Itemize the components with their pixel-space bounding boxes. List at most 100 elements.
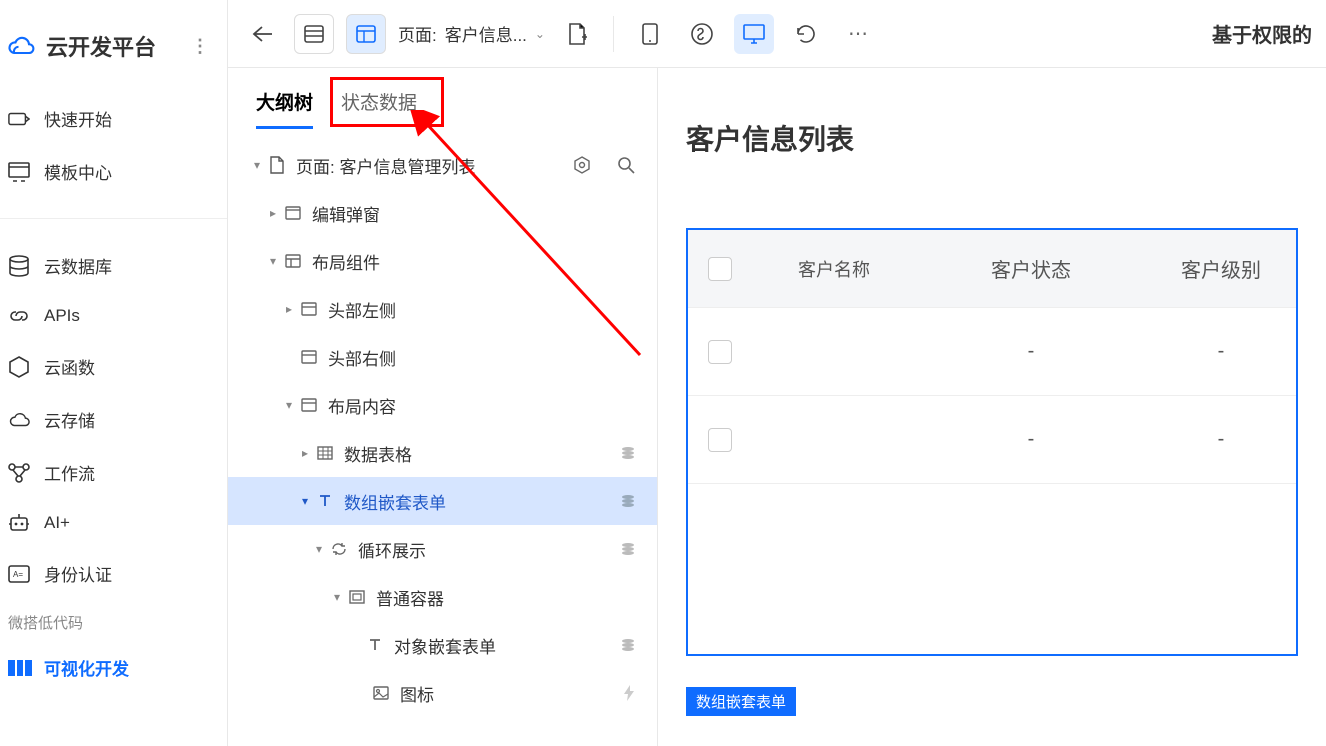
template-icon — [8, 162, 30, 182]
select-all-checkbox[interactable] — [708, 257, 732, 281]
tree-row[interactable]: ▸ 头部左侧 — [228, 285, 657, 333]
sidebar-item-database[interactable]: 云数据库 — [0, 239, 227, 292]
brand-title: 云开发平台 — [46, 30, 156, 62]
data-indicator-icon — [621, 542, 635, 556]
tree-row[interactable]: ▾ 循环展示 — [228, 525, 657, 573]
sidebar-item-ai[interactable]: AI+ — [0, 499, 227, 547]
tree-label: 布局内容 — [328, 393, 396, 418]
row-checkbox[interactable] — [708, 428, 732, 452]
sidebar-item-label: 模板中心 — [44, 159, 112, 184]
tree-label: 数据表格 — [344, 441, 412, 466]
tab-state-data[interactable]: 状态数据 — [327, 68, 431, 129]
caret-right-icon: ▸ — [280, 302, 298, 316]
row-checkbox-cell — [688, 396, 778, 483]
tree-label: 数组嵌套表单 — [344, 489, 446, 514]
data-table[interactable]: 客户名称 客户状态 客户级别 - - - - — [686, 228, 1298, 656]
tree-row[interactable]: ▾ 普通容器 — [228, 573, 657, 621]
refresh-button[interactable] — [786, 14, 826, 54]
cell — [778, 396, 916, 483]
caret-down-icon: ▾ — [296, 494, 314, 508]
sidebar-item-label: 快速开始 — [44, 106, 112, 131]
sidebar-item-apis[interactable]: APIs — [0, 292, 227, 340]
panel-layout-button[interactable] — [346, 14, 386, 54]
search-icon[interactable] — [617, 156, 635, 174]
layout-icon — [298, 302, 320, 316]
sidebar-item-auth[interactable]: A= 身份认证 — [0, 547, 227, 600]
sidebar-item-label: 云存储 — [44, 407, 95, 432]
sidebar-item-label: 云函数 — [44, 354, 95, 379]
data-indicator-icon — [621, 446, 635, 460]
tree-row-array-form[interactable]: ▾ 数组嵌套表单 — [228, 477, 657, 525]
tree-label: 客户信息管理列表 — [339, 153, 475, 178]
tree-row[interactable]: ▸ 数据表格 — [228, 429, 657, 477]
sidebar-item-visualdev[interactable]: 可视化开发 — [0, 641, 227, 694]
chevron-down-icon: ⌄ — [535, 27, 545, 41]
mobile-preview-button[interactable] — [630, 14, 670, 54]
page-label-value: 客户信息... — [445, 21, 527, 46]
cell: - — [916, 396, 1126, 483]
tree-row[interactable]: ▸ 图标 — [228, 669, 657, 717]
tree-root[interactable]: ▾ 页面: 客户信息管理列表 — [228, 141, 657, 189]
sidebar-item-label: 工作流 — [44, 460, 95, 485]
new-page-button[interactable] — [557, 14, 597, 54]
topbar: 页面: 客户信息... ⌄ ⋯ 基于权限的 — [228, 0, 1326, 68]
text-icon — [314, 493, 336, 509]
more-button[interactable]: ⋯ — [838, 14, 878, 54]
sidebar-item-workflow[interactable]: 工作流 — [0, 446, 227, 499]
gear-icon[interactable] — [573, 156, 591, 174]
column-header[interactable]: 客户状态 — [916, 230, 1126, 307]
table-row[interactable]: - - — [688, 308, 1296, 396]
page-title: 客户信息列表 — [686, 118, 1298, 158]
sidebar-item-templates[interactable]: 模板中心 — [0, 145, 227, 198]
row-checkbox[interactable] — [708, 340, 732, 364]
cloud-storage-icon — [8, 410, 30, 430]
cell: - — [1126, 396, 1296, 483]
miniapp-preview-button[interactable] — [682, 14, 722, 54]
tree-row[interactable]: ▾ 布局内容 — [228, 381, 657, 429]
caret-down-icon: ▾ — [328, 590, 346, 604]
workflow-icon — [8, 463, 30, 483]
tree-label: 布局组件 — [312, 249, 380, 274]
topbar-right-text: 基于权限的 — [1212, 19, 1312, 48]
tree-row[interactable]: ▸ 头部右侧 — [228, 333, 657, 381]
tree-label: 图标 — [400, 681, 434, 706]
sidebar-item-quickstart[interactable]: 快速开始 — [0, 92, 227, 145]
sidebar-item-storage[interactable]: 云存储 — [0, 393, 227, 446]
id-icon: A= — [8, 564, 30, 584]
layout-icon — [282, 254, 304, 268]
brand-menu-icon[interactable]: ⋮ — [191, 36, 209, 57]
image-icon — [370, 686, 392, 700]
column-header[interactable]: 客户级别 — [1126, 230, 1296, 307]
caret-right-icon: ▸ — [264, 206, 282, 220]
loop-icon — [328, 542, 350, 556]
sidebar-item-functions[interactable]: 云函数 — [0, 340, 227, 393]
tree-label: 头部左侧 — [328, 297, 396, 322]
table-row[interactable]: - - — [688, 396, 1296, 484]
caret-down-icon: ▾ — [264, 254, 282, 268]
tab-outline-tree[interactable]: 大纲树 — [242, 68, 327, 129]
tree-row[interactable]: ▾ 布局组件 — [228, 237, 657, 285]
panel-list-button[interactable] — [294, 14, 334, 54]
data-indicator-icon — [621, 494, 635, 508]
tree-row[interactable]: ▸ 对象嵌套表单 — [228, 621, 657, 669]
sidebar-item-label: 可视化开发 — [44, 655, 129, 680]
desktop-preview-button[interactable] — [734, 14, 774, 54]
link-icon — [8, 306, 30, 326]
page-selector[interactable]: 页面: 客户信息... ⌄ — [398, 21, 545, 46]
back-button[interactable] — [242, 14, 282, 54]
layout-icon — [298, 350, 320, 364]
selection-chip[interactable]: 数组嵌套表单 — [686, 687, 796, 716]
column-header[interactable]: 客户名称 — [778, 230, 916, 307]
caret-down-icon: ▾ — [310, 542, 328, 556]
sidebar-item-label: 身份认证 — [44, 561, 112, 586]
visual-icon — [8, 660, 32, 676]
database-icon — [8, 256, 30, 276]
data-indicator-icon — [621, 638, 635, 652]
caret-down-icon: ▾ — [248, 158, 266, 172]
tree-row[interactable]: ▸ 编辑弹窗 — [228, 189, 657, 237]
outline-panel: 大纲树 状态数据 ▾ 页面: 客户信息管理列表 ▸ 编辑弹窗 ▾ 布局组件 ▸ — [228, 68, 658, 746]
brand: 云开发平台 ⋮ — [0, 0, 227, 92]
outline-tabs: 大纲树 状态数据 — [228, 68, 657, 129]
header-checkbox-cell — [688, 230, 778, 307]
sidebar-item-label: 云数据库 — [44, 253, 112, 278]
